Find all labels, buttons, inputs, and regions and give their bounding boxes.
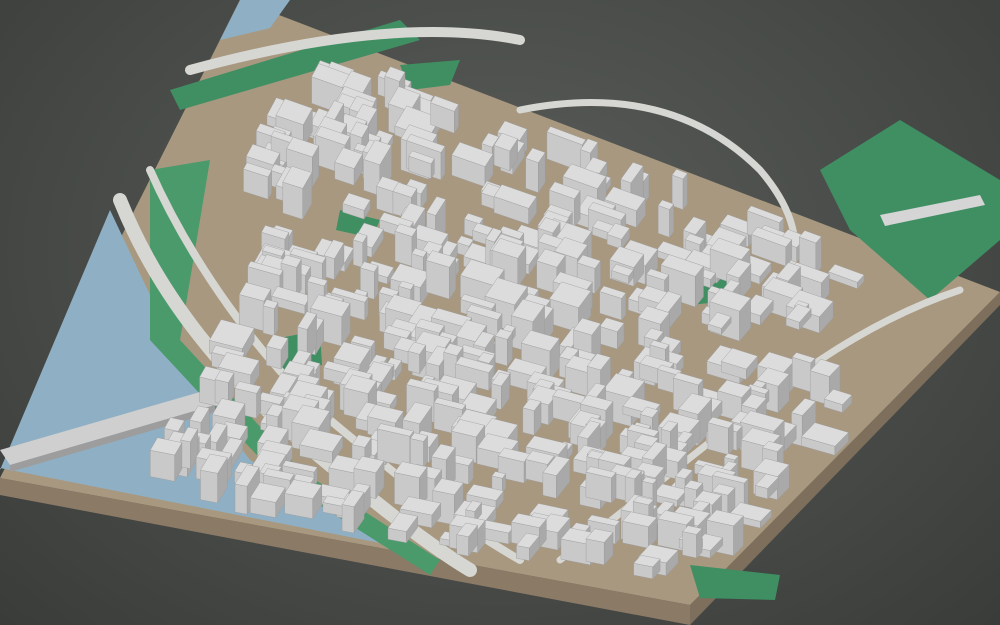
building-block bbox=[585, 528, 614, 566]
building-block bbox=[522, 398, 542, 436]
building-face bbox=[200, 469, 218, 504]
park-south bbox=[690, 565, 780, 600]
building-face bbox=[266, 345, 282, 370]
building-block bbox=[682, 525, 703, 559]
building-block bbox=[622, 511, 658, 549]
building-face bbox=[682, 172, 688, 211]
building-face bbox=[394, 230, 413, 267]
building-face bbox=[282, 181, 303, 220]
building-block bbox=[585, 466, 617, 504]
building-face bbox=[585, 538, 605, 566]
building-block bbox=[410, 432, 428, 469]
building-face bbox=[410, 438, 424, 468]
building-face bbox=[682, 531, 697, 559]
building-face bbox=[341, 504, 355, 534]
building-face bbox=[525, 157, 539, 194]
building-face bbox=[657, 205, 670, 238]
building-block bbox=[599, 317, 625, 350]
building-block bbox=[707, 416, 734, 456]
building-face bbox=[495, 335, 508, 367]
building-block bbox=[494, 328, 513, 367]
building-face bbox=[234, 483, 248, 515]
building-face bbox=[792, 356, 811, 393]
building-block bbox=[671, 169, 688, 211]
building-face bbox=[456, 534, 469, 557]
building-block bbox=[282, 165, 313, 221]
building-face bbox=[522, 407, 535, 436]
building-block bbox=[657, 199, 674, 238]
building-face bbox=[150, 449, 175, 482]
building-block bbox=[149, 437, 183, 483]
building-block bbox=[262, 299, 279, 337]
building-face bbox=[542, 472, 557, 499]
city-3d-model[interactable] bbox=[0, 0, 1000, 625]
building-face bbox=[352, 239, 363, 268]
building-face bbox=[262, 305, 275, 337]
building-face bbox=[407, 350, 420, 374]
building-block bbox=[284, 479, 323, 520]
building-block bbox=[425, 250, 457, 300]
building-block bbox=[525, 147, 546, 194]
building-block bbox=[633, 554, 661, 580]
